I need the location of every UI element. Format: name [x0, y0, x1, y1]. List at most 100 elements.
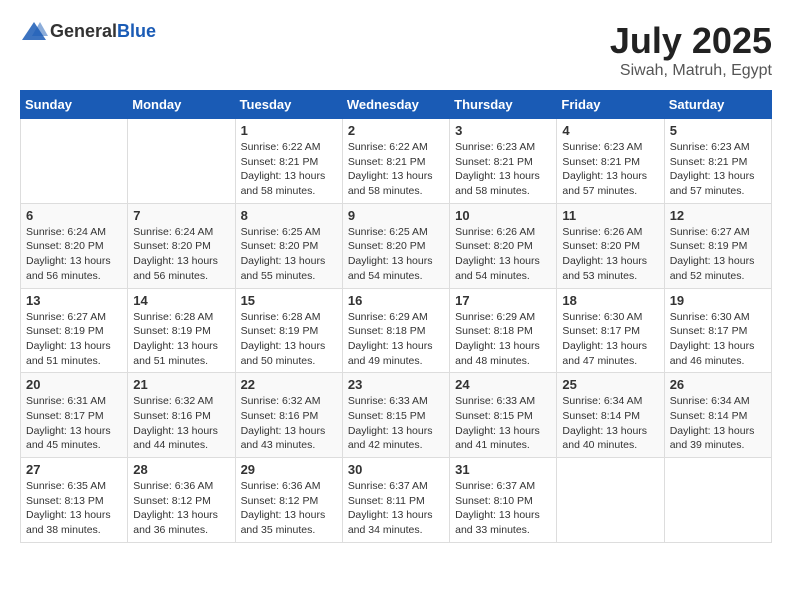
logo-general: General	[50, 21, 117, 41]
day-info: Sunrise: 6:23 AMSunset: 8:21 PMDaylight:…	[455, 140, 551, 199]
calendar-cell	[128, 119, 235, 204]
calendar-cell: 1Sunrise: 6:22 AMSunset: 8:21 PMDaylight…	[235, 119, 342, 204]
calendar-cell: 20 Sunrise: 6:31 AMSunset: 8:17 PMDayligh…	[21, 373, 128, 458]
calendar-cell: 23Sunrise: 6:33 AMSunset: 8:15 PMDayligh…	[342, 373, 449, 458]
day-number: 13	[26, 293, 122, 308]
day-info: Sunrise: 6:34 AMSunset: 8:14 PMDaylight:…	[670, 394, 766, 453]
day-info: Sunrise: 6:32 AMSunset: 8:16 PMDaylight:…	[133, 394, 229, 453]
title-area: July 2025 Siwah, Matruh, Egypt	[610, 20, 772, 80]
day-info: Sunrise: 6:27 AMSunset: 8:19 PMDaylight:…	[26, 310, 122, 369]
day-number: 21	[133, 377, 229, 392]
day-number: 26	[670, 377, 766, 392]
location-title: Siwah, Matruh, Egypt	[610, 62, 772, 80]
calendar-cell	[557, 458, 664, 543]
weekday-header-saturday: Saturday	[664, 91, 771, 119]
day-number: 31	[455, 462, 551, 477]
day-number: 20	[26, 377, 122, 392]
day-number: 30	[348, 462, 444, 477]
calendar-cell: 17Sunrise: 6:29 AMSunset: 8:18 PMDayligh…	[450, 288, 557, 373]
day-number: 6	[26, 208, 122, 223]
day-number: 9	[348, 208, 444, 223]
day-info: Sunrise: 6:32 AMSunset: 8:16 PMDaylight:…	[241, 394, 337, 453]
day-number: 1	[241, 123, 337, 138]
day-number: 18	[562, 293, 658, 308]
calendar-cell: 2 Sunrise: 6:22 AMSunset: 8:21 PMDaylight…	[342, 119, 449, 204]
day-info: Sunrise: 6:22 AMSunset: 8:21 PMDaylight:…	[348, 140, 444, 199]
day-info: Sunrise: 6:31 AMSunset: 8:17 PMDaylight:…	[26, 394, 122, 453]
calendar-cell: 21 Sunrise: 6:32 AMSunset: 8:16 PMDayligh…	[128, 373, 235, 458]
day-info: Sunrise: 6:37 AMSunset: 8:11 PMDaylight:…	[348, 479, 444, 538]
calendar-cell: 15 Sunrise: 6:28 AMSunset: 8:19 PMDayligh…	[235, 288, 342, 373]
calendar-table: SundayMondayTuesdayWednesdayThursdayFrid…	[20, 90, 772, 543]
calendar-week-row: 6 Sunrise: 6:24 AMSunset: 8:20 PMDaylight…	[21, 203, 772, 288]
day-number: 11	[562, 208, 658, 223]
calendar-cell: 27 Sunrise: 6:35 AMSunset: 8:13 PMDayligh…	[21, 458, 128, 543]
calendar-cell: 28 Sunrise: 6:36 AMSunset: 8:12 PMDayligh…	[128, 458, 235, 543]
day-info: Sunrise: 6:33 AMSunset: 8:15 PMDaylight:…	[348, 394, 444, 453]
calendar-cell: 19Sunrise: 6:30 AMSunset: 8:17 PMDayligh…	[664, 288, 771, 373]
day-number: 4	[562, 123, 658, 138]
day-number: 28	[133, 462, 229, 477]
calendar-week-row: 27 Sunrise: 6:35 AMSunset: 8:13 PMDayligh…	[21, 458, 772, 543]
day-info: Sunrise: 6:35 AMSunset: 8:13 PMDaylight:…	[26, 479, 122, 538]
calendar-week-row: 1 Sunrise: 6:22 AMSunset: 8:21 PMDaylight…	[21, 119, 772, 204]
day-info: Sunrise: 6:28 AMSunset: 8:19 PMDaylight:…	[133, 310, 229, 369]
calendar-week-row: 20 Sunrise: 6:31 AMSunset: 8:17 PMDayligh…	[21, 373, 772, 458]
day-info: Sunrise: 6:23 AMSunset: 8:21 PMDaylight:…	[670, 140, 766, 199]
day-info: Sunrise: 6:30 AMSunset: 8:17 PMDaylight:…	[670, 310, 766, 369]
weekday-header-monday: Monday	[128, 91, 235, 119]
weekday-header-friday: Friday	[557, 91, 664, 119]
day-info: Sunrise: 6:24 AMSunset: 8:20 PMDaylight:…	[133, 225, 229, 284]
day-info: Sunrise: 6:26 AMSunset: 8:20 PMDaylight:…	[455, 225, 551, 284]
calendar-week-row: 13 Sunrise: 6:27 AMSunset: 8:19 PMDayligh…	[21, 288, 772, 373]
weekday-header-row: SundayMondayTuesdayWednesdayThursdayFrid…	[21, 91, 772, 119]
calendar-cell: 16Sunrise: 6:29 AMSunset: 8:18 PMDayligh…	[342, 288, 449, 373]
calendar-cell: 8Sunrise: 6:25 AMSunset: 8:20 PMDaylight…	[235, 203, 342, 288]
day-info: Sunrise: 6:29 AMSunset: 8:18 PMDaylight:…	[455, 310, 551, 369]
month-title: July 2025	[610, 20, 772, 62]
calendar-cell	[664, 458, 771, 543]
day-number: 7	[133, 208, 229, 223]
day-info: Sunrise: 6:26 AMSunset: 8:20 PMDaylight:…	[562, 225, 658, 284]
calendar-cell: 31Sunrise: 6:37 AMSunset: 8:10 PMDayligh…	[450, 458, 557, 543]
day-number: 10	[455, 208, 551, 223]
calendar-cell: 11 Sunrise: 6:26 AMSunset: 8:20 PMDayligh…	[557, 203, 664, 288]
calendar-cell: 14 Sunrise: 6:28 AMSunset: 8:19 PMDayligh…	[128, 288, 235, 373]
day-number: 5	[670, 123, 766, 138]
day-number: 27	[26, 462, 122, 477]
calendar-cell: 10 Sunrise: 6:26 AMSunset: 8:20 PMDayligh…	[450, 203, 557, 288]
day-info: Sunrise: 6:25 AMSunset: 8:20 PMDaylight:…	[241, 225, 337, 284]
day-info: Sunrise: 6:28 AMSunset: 8:19 PMDaylight:…	[241, 310, 337, 369]
day-number: 12	[670, 208, 766, 223]
day-info: Sunrise: 6:23 AMSunset: 8:21 PMDaylight:…	[562, 140, 658, 199]
day-number: 14	[133, 293, 229, 308]
calendar-cell	[21, 119, 128, 204]
calendar-cell: 30 Sunrise: 6:37 AMSunset: 8:11 PMDayligh…	[342, 458, 449, 543]
day-info: Sunrise: 6:36 AMSunset: 8:12 PMDaylight:…	[133, 479, 229, 538]
day-number: 16	[348, 293, 444, 308]
weekday-header-thursday: Thursday	[450, 91, 557, 119]
day-number: 2	[348, 123, 444, 138]
calendar-cell: 26 Sunrise: 6:34 AMSunset: 8:14 PMDayligh…	[664, 373, 771, 458]
day-number: 29	[241, 462, 337, 477]
logo-blue: Blue	[117, 21, 156, 41]
calendar-cell: 3 Sunrise: 6:23 AMSunset: 8:21 PMDaylight…	[450, 119, 557, 204]
day-info: Sunrise: 6:25 AMSunset: 8:20 PMDaylight:…	[348, 225, 444, 284]
calendar-cell: 4 Sunrise: 6:23 AMSunset: 8:21 PMDaylight…	[557, 119, 664, 204]
calendar-cell: 6Sunrise: 6:24 AMSunset: 8:20 PMDaylight…	[21, 203, 128, 288]
day-info: Sunrise: 6:30 AMSunset: 8:17 PMDaylight:…	[562, 310, 658, 369]
calendar-cell: 29Sunrise: 6:36 AMSunset: 8:12 PMDayligh…	[235, 458, 342, 543]
logo: GeneralBlue	[20, 20, 156, 42]
day-number: 22	[241, 377, 337, 392]
calendar-cell: 22 Sunrise: 6:32 AMSunset: 8:16 PMDayligh…	[235, 373, 342, 458]
calendar-cell: 24Sunrise: 6:33 AMSunset: 8:15 PMDayligh…	[450, 373, 557, 458]
day-number: 15	[241, 293, 337, 308]
logo-icon	[20, 20, 48, 42]
calendar-cell: 12 Sunrise: 6:27 AMSunset: 8:19 PMDayligh…	[664, 203, 771, 288]
day-number: 24	[455, 377, 551, 392]
weekday-header-tuesday: Tuesday	[235, 91, 342, 119]
day-info: Sunrise: 6:27 AMSunset: 8:19 PMDaylight:…	[670, 225, 766, 284]
page-header: GeneralBlue July 2025 Siwah, Matruh, Egy…	[20, 20, 772, 80]
day-number: 25	[562, 377, 658, 392]
day-number: 3	[455, 123, 551, 138]
